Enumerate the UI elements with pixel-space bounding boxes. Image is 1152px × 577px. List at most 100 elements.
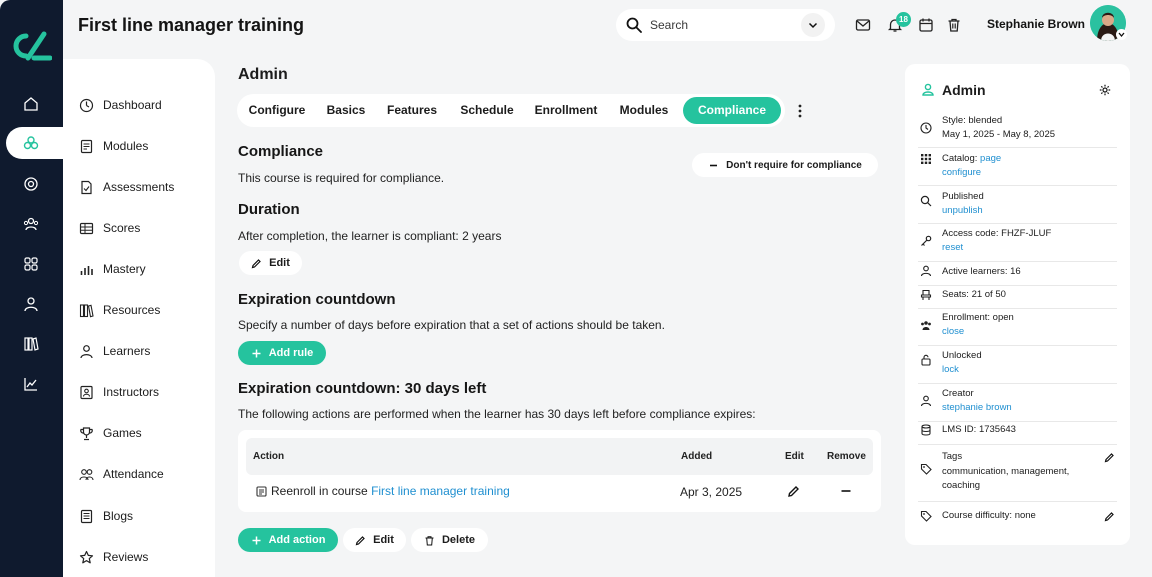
tab-basics[interactable]: Basics bbox=[317, 97, 375, 124]
menu-item-label: Assessments bbox=[103, 180, 175, 194]
panel-unpublish-link[interactable]: unpublish bbox=[942, 204, 983, 218]
panel-reset-link[interactable]: reset bbox=[942, 241, 963, 255]
menu-item-scores[interactable]: Scores bbox=[79, 218, 140, 238]
panel-catalog: Catalog: page bbox=[942, 152, 1001, 166]
menu-item-resources[interactable]: Resources bbox=[79, 300, 160, 320]
edit-difficulty-icon[interactable] bbox=[1104, 511, 1115, 522]
more-vertical-icon[interactable] bbox=[792, 101, 808, 121]
gear-icon[interactable] bbox=[1099, 84, 1111, 96]
admin-panel: Admin Style: blended May 1, 2025 - May 8… bbox=[905, 64, 1130, 545]
course-menu: Dashboard Modules Assessments Scores Mastery… bbox=[63, 59, 215, 577]
panel-learners-row: Active learners: 16 bbox=[918, 264, 1117, 286]
menu-item-label: Resources bbox=[103, 303, 161, 317]
analytics-icon[interactable] bbox=[21, 374, 41, 394]
scores-icon bbox=[79, 222, 94, 234]
menu-item-modules[interactable]: Modules bbox=[79, 136, 148, 156]
menu-item-label: Attendance bbox=[103, 467, 164, 481]
dashboard-icon bbox=[79, 98, 94, 112]
people-icon[interactable] bbox=[21, 214, 41, 234]
edit-tags-icon[interactable] bbox=[1104, 452, 1115, 463]
tab-modules[interactable]: Modules bbox=[609, 97, 679, 124]
dont-require-compliance-button[interactable]: Don't require for compliance bbox=[692, 153, 878, 177]
panel-tags-label: Tags bbox=[942, 451, 963, 462]
panel-difficulty: Course difficulty: none bbox=[942, 510, 1036, 521]
menu-item-label: Learners bbox=[103, 344, 151, 358]
search-box[interactable]: Search bbox=[616, 9, 835, 41]
assessments-icon bbox=[81, 180, 92, 194]
user-icon bbox=[920, 265, 932, 277]
tab-enrollment[interactable]: Enrollment bbox=[527, 97, 605, 124]
chevron-down-icon[interactable] bbox=[801, 13, 825, 37]
countdown-text: The following actions are performed when… bbox=[238, 407, 756, 421]
tab-features[interactable]: Features bbox=[377, 97, 447, 124]
row-added-date: Apr 3, 2025 bbox=[680, 485, 743, 499]
menu-item-games[interactable]: Games bbox=[79, 423, 142, 443]
add-rule-button[interactable]: Add rule bbox=[238, 341, 326, 365]
menu-item-attendance[interactable]: Attendance bbox=[79, 464, 164, 484]
pencil-icon bbox=[251, 258, 261, 268]
panel-access-code: Access code: FHZF-JLUF bbox=[942, 228, 1052, 239]
menu-item-instructors[interactable]: Instructors bbox=[79, 382, 159, 402]
seat-icon bbox=[920, 289, 932, 300]
duration-edit-button[interactable]: Edit bbox=[239, 251, 302, 275]
menu-item-learners[interactable]: Learners bbox=[79, 341, 150, 361]
edit-actions-button[interactable]: Edit bbox=[343, 528, 406, 552]
tag-icon bbox=[920, 463, 932, 475]
user-icon[interactable] bbox=[21, 294, 41, 314]
actions-table: Action Added Edit Remove Reenroll in cou… bbox=[238, 430, 881, 512]
search-icon bbox=[626, 17, 642, 33]
courses-icon[interactable] bbox=[21, 133, 41, 153]
panel-close-link[interactable]: close bbox=[942, 325, 964, 339]
panel-catalog-configure-link[interactable]: configure bbox=[942, 166, 981, 180]
panel-enrollment-row: Enrollment: open close bbox=[918, 310, 1117, 346]
user-name[interactable]: Stephanie Brown bbox=[987, 17, 1085, 31]
add-action-button[interactable]: Add action bbox=[238, 528, 338, 552]
menu-item-assessments[interactable]: Assessments bbox=[79, 177, 174, 197]
menu-item-dashboard[interactable]: Dashboard bbox=[79, 95, 162, 115]
panel-catalog-row: Catalog: page configure bbox=[918, 150, 1117, 186]
mail-icon[interactable] bbox=[855, 17, 871, 33]
column-header-added: Added bbox=[681, 451, 713, 462]
avatar-chevron-icon[interactable] bbox=[1116, 29, 1127, 40]
section-title: Admin bbox=[238, 66, 288, 83]
app-rail bbox=[0, 0, 63, 577]
learners-icon bbox=[80, 344, 93, 358]
app-logo[interactable] bbox=[10, 30, 52, 62]
panel-published-row: Published unpublish bbox=[918, 188, 1117, 224]
menu-item-blogs[interactable]: Blogs bbox=[79, 506, 133, 526]
column-header-edit: Edit bbox=[785, 451, 804, 462]
compliance-title: Compliance bbox=[238, 143, 324, 160]
trash-icon[interactable] bbox=[946, 17, 962, 33]
instructors-icon bbox=[80, 385, 93, 399]
menu-item-reviews[interactable]: Reviews bbox=[79, 547, 148, 567]
search-icon bbox=[920, 195, 932, 207]
panel-creator-link[interactable]: stephanie brown bbox=[942, 401, 1012, 415]
menu-item-mastery[interactable]: Mastery bbox=[79, 259, 146, 279]
menu-item-label: Mastery bbox=[103, 262, 146, 276]
blogs-icon bbox=[80, 509, 93, 523]
trash-icon bbox=[425, 535, 434, 545]
delete-actions-button[interactable]: Delete bbox=[411, 528, 488, 552]
tab-compliance[interactable]: Compliance bbox=[683, 97, 781, 124]
row-edit-icon[interactable] bbox=[787, 485, 800, 498]
panel-style: Style: blended bbox=[942, 115, 1003, 126]
page-title: First line manager training bbox=[78, 15, 305, 35]
calendar-icon[interactable] bbox=[918, 17, 934, 33]
admin-tabs: Configure Basics Features Schedule Enrollmen… bbox=[237, 94, 785, 127]
panel-catalog-page-link[interactable]: page bbox=[980, 153, 1001, 164]
dont-require-compliance-label: Don't require for compliance bbox=[726, 159, 862, 171]
home-icon[interactable] bbox=[21, 94, 41, 114]
duration-title: Duration bbox=[238, 201, 300, 218]
library-icon[interactable] bbox=[21, 334, 41, 354]
target-icon[interactable] bbox=[21, 174, 41, 194]
expiration-text: Specify a number of days before expirati… bbox=[238, 318, 665, 332]
row-course-link[interactable]: First line manager training bbox=[371, 484, 510, 498]
tab-schedule[interactable]: Schedule bbox=[449, 97, 525, 124]
panel-title: Admin bbox=[942, 82, 986, 98]
panel-creator: Creator bbox=[942, 388, 974, 399]
row-remove-icon[interactable] bbox=[840, 486, 852, 496]
tab-configure[interactable]: Configure bbox=[240, 97, 314, 124]
panel-lock-link[interactable]: lock bbox=[942, 363, 959, 377]
search-input[interactable]: Search bbox=[650, 18, 801, 32]
apps-icon[interactable] bbox=[21, 254, 41, 274]
